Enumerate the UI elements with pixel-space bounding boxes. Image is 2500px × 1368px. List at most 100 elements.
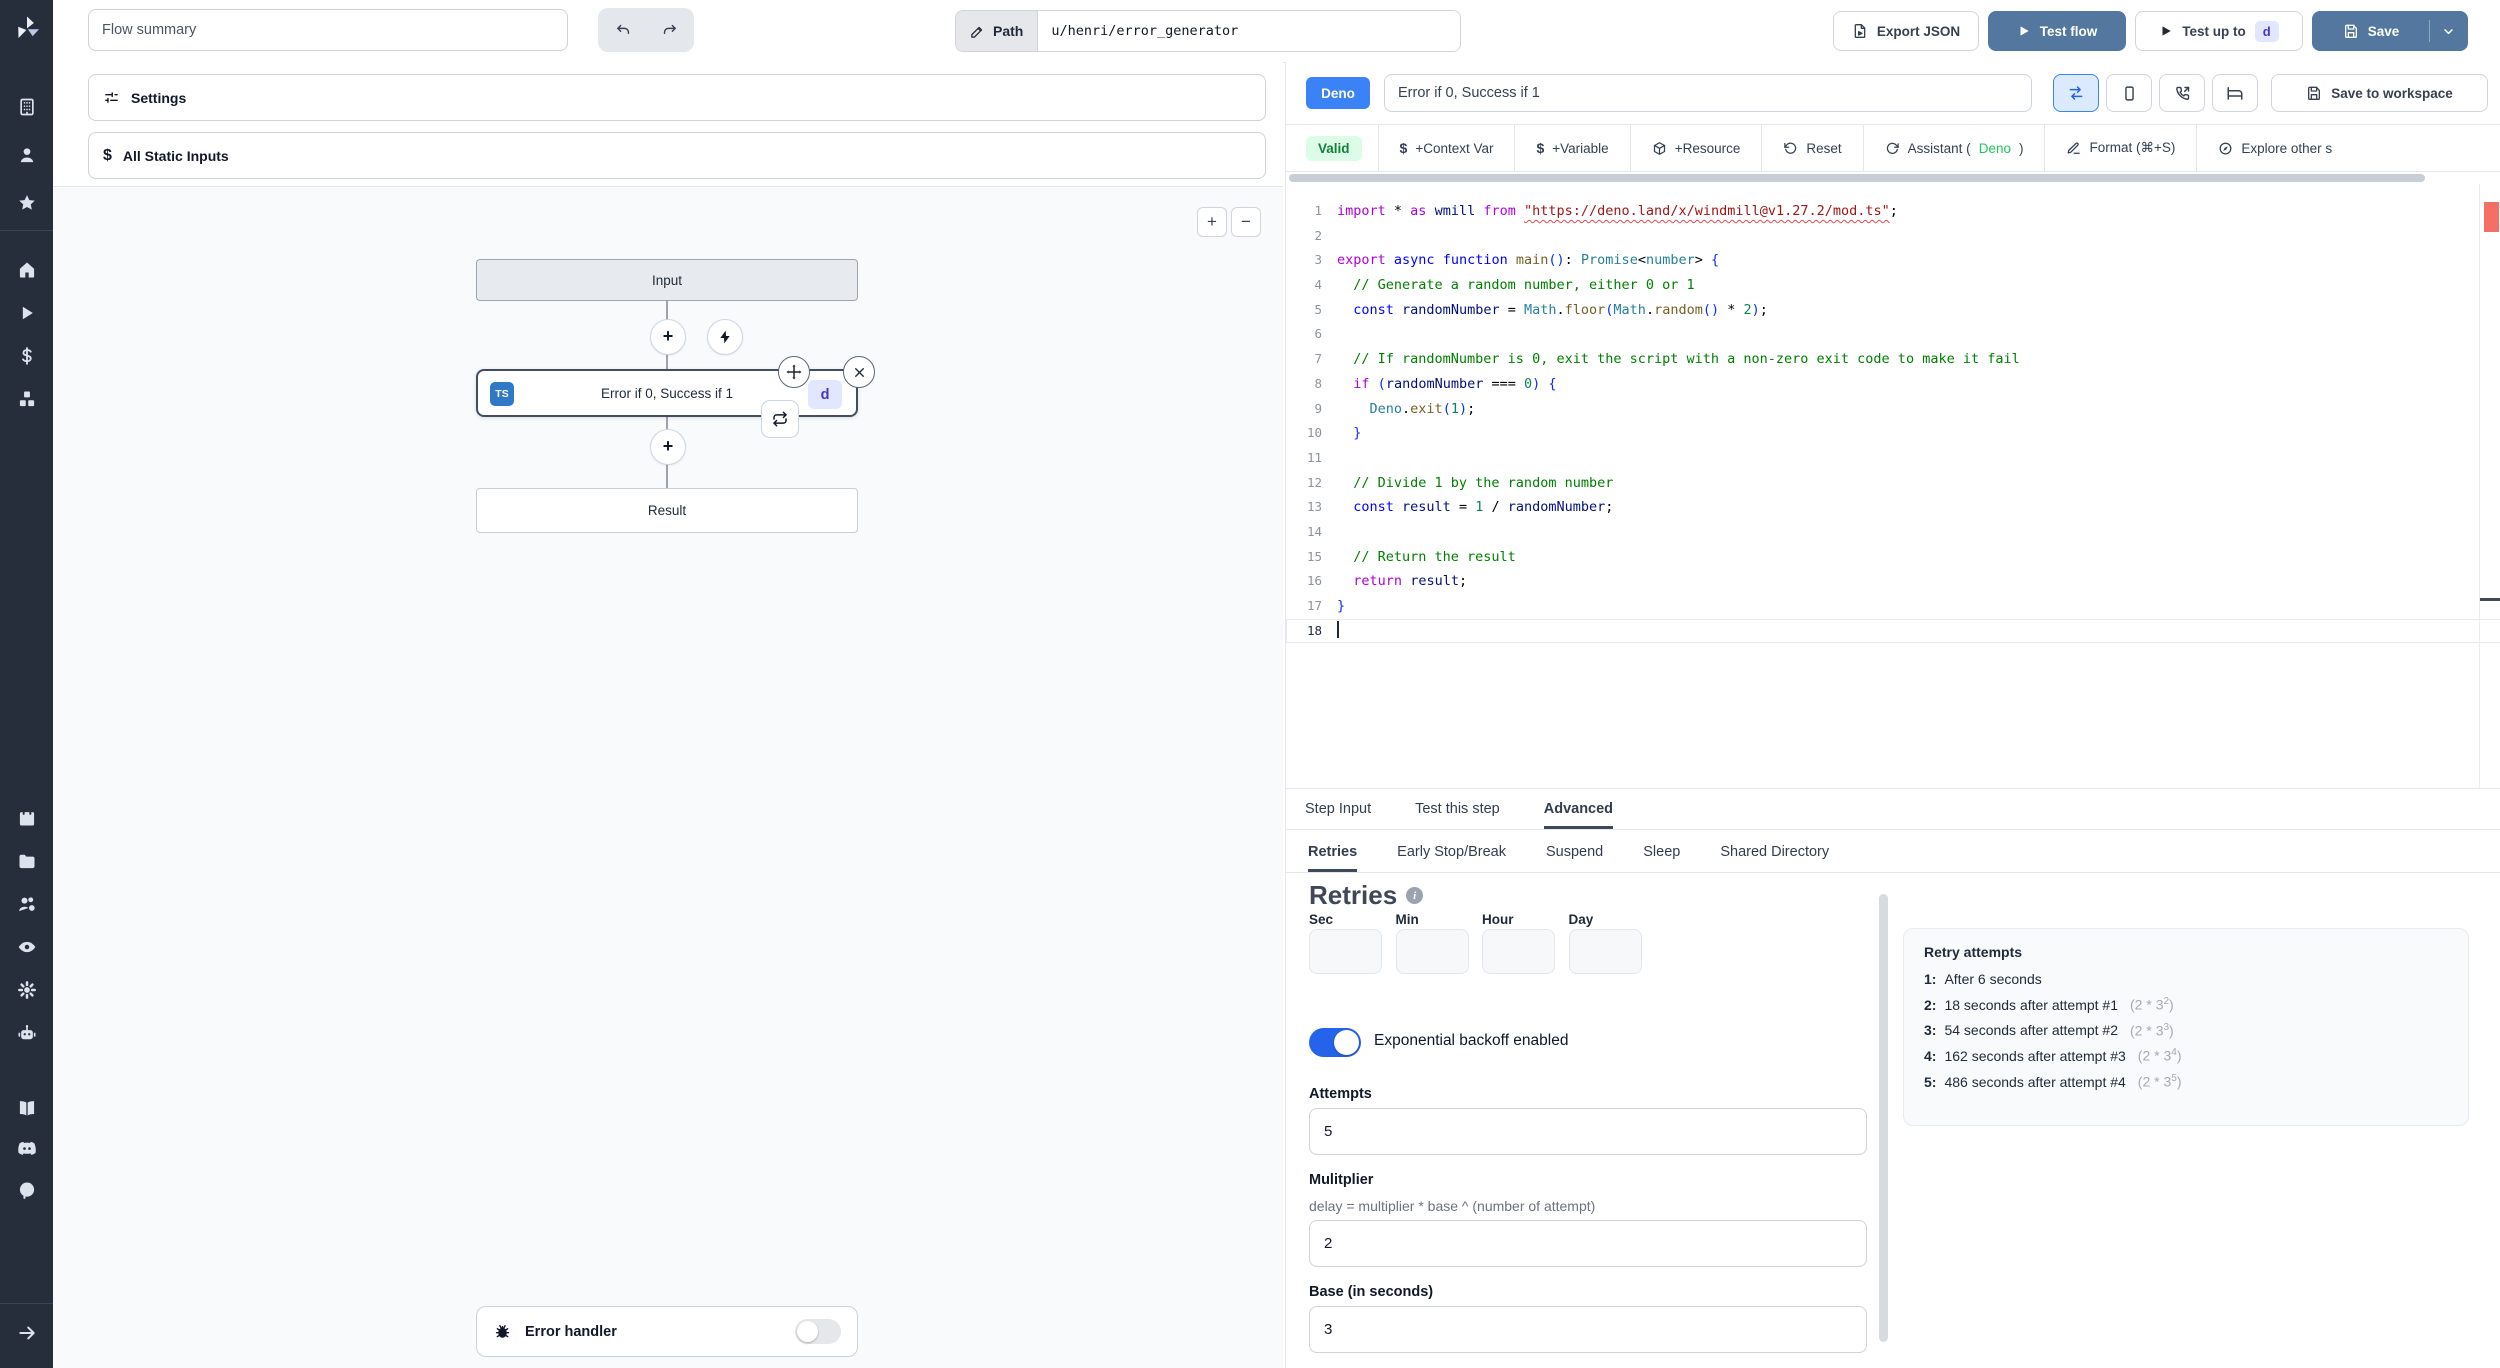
windmill-flow-editor: Path Export JSON Test flow Test up to d <box>0 0 2500 1368</box>
retry-sec-label: Sec <box>1309 912 1334 927</box>
sidebar-group-top <box>0 95 53 215</box>
step-name-input[interactable] <box>1384 74 2032 112</box>
zoom-in-button[interactable]: + <box>1197 207 1227 237</box>
edit-path-button[interactable]: Path <box>956 11 1039 51</box>
redo-button[interactable] <box>648 12 690 48</box>
add-step-button[interactable]: + <box>650 319 686 355</box>
info-icon[interactable]: i <box>1406 887 1424 904</box>
retry-attempt-item: 2: 18 seconds after attempt #1 (2 * 32) <box>1924 996 2448 1013</box>
play-icon <box>17 303 37 323</box>
toolbar-resource-button[interactable]: +Resource <box>1629 125 1762 171</box>
tab-test-this-step[interactable]: Test this step <box>1415 789 1500 829</box>
test-up-to-button[interactable]: Test up to d <box>2135 11 2303 51</box>
sidebar-item-user[interactable] <box>0 143 53 167</box>
flow-node-result[interactable]: Result <box>476 488 858 533</box>
flow-summary-input[interactable] <box>88 9 568 51</box>
sidebar-item-gear[interactable] <box>0 978 53 1002</box>
move-icon <box>785 363 803 381</box>
exponential-backoff-toggle[interactable] <box>1309 1028 1361 1057</box>
delete-step-button[interactable] <box>843 356 875 388</box>
code-editor[interactable]: 1 import * as wmill from "https://deno.la… <box>1286 184 2500 788</box>
sidebar-item-star[interactable] <box>0 191 53 215</box>
toolbar-context-var-button[interactable]: $ +Context Var <box>1377 125 1515 171</box>
toolbar-item-label: +Resource <box>1674 140 1741 156</box>
sidebar-item-play[interactable] <box>0 301 53 325</box>
retry-hour-input[interactable] <box>1482 929 1555 974</box>
toolbar-horizontal-scrollbar[interactable] <box>1289 174 2425 182</box>
flow-panel: Settings $ All Static Inputs + − Input + <box>53 62 1283 1368</box>
code-line-5: 5 const randomNumber = Math.floor(Math.r… <box>1286 298 2500 323</box>
error-handler-toggle[interactable] <box>795 1319 841 1344</box>
toolbar-variable-button[interactable]: $ +Variable <box>1514 125 1629 171</box>
sidebar-item-boxes[interactable] <box>0 387 53 411</box>
sidebar-item-github[interactable] <box>0 1178 53 1202</box>
code-line-15: 15 // Return the result <box>1286 545 2500 570</box>
save-to-workspace-button[interactable]: Save to workspace <box>2271 74 2488 112</box>
save-dropdown-button[interactable] <box>2430 12 2467 50</box>
line-number: 12 <box>1306 474 1322 490</box>
folder-icon <box>17 851 37 871</box>
form-vertical-scrollbar[interactable] <box>1879 894 1888 1342</box>
subtab-early-stop-break[interactable]: Early Stop/Break <box>1397 831 1506 872</box>
multiplier-input[interactable] <box>1309 1220 1867 1267</box>
flow-node-step[interactable]: TS Error if 0, Success if 1 d <box>476 356 875 438</box>
sidebar-item-book[interactable] <box>0 1096 53 1120</box>
subtab-suspend[interactable]: Suspend <box>1546 831 1603 872</box>
export-json-button[interactable]: Export JSON <box>1833 11 1979 51</box>
sidebar-item-bot[interactable] <box>0 1021 53 1045</box>
toolbar-assistant-deno-button[interactable]: Assistant (Deno) <box>1862 125 2045 171</box>
sidebar-item-calendar[interactable] <box>0 806 53 830</box>
base-input[interactable] <box>1309 1306 1867 1353</box>
toolbar-format-s-button[interactable]: Format (⌘+S) <box>2044 125 2196 171</box>
line-number: 6 <box>1314 326 1322 342</box>
line-content: } <box>1353 425 1362 442</box>
topbar: Path Export JSON Test flow Test up to d <box>53 0 2500 63</box>
zoom-out-button[interactable]: − <box>1231 207 1261 237</box>
line-number: 16 <box>1306 573 1322 589</box>
sync-toggle-button[interactable] <box>2053 74 2099 112</box>
path-input[interactable] <box>1038 11 1461 51</box>
bench-mode-button[interactable] <box>2212 74 2258 112</box>
tab-step-input[interactable]: Step Input <box>1305 789 1371 829</box>
sidebar-item-building[interactable] <box>0 95 53 119</box>
result-node-label: Result <box>647 503 687 518</box>
subtab-sleep[interactable]: Sleep <box>1643 831 1680 872</box>
all-static-inputs-button[interactable]: $ All Static Inputs <box>88 132 1266 179</box>
sidebar-item-arrow-right[interactable] <box>0 1321 53 1345</box>
redo-icon <box>661 22 678 39</box>
subtab-retries[interactable]: Retries <box>1308 831 1357 872</box>
sidebar-item-discord[interactable] <box>0 1137 53 1161</box>
sidebar-item-home[interactable] <box>0 258 53 282</box>
line-number: 17 <box>1306 598 1322 613</box>
tab-advanced[interactable]: Advanced <box>1544 789 1613 829</box>
flow-node-input[interactable]: Input <box>476 259 858 301</box>
test-flow-button[interactable]: Test flow <box>1988 11 2126 51</box>
toolbar-reset-button[interactable]: Reset <box>1761 125 1862 171</box>
retry-min-input[interactable] <box>1395 929 1469 974</box>
diff-view-button[interactable] <box>2106 74 2152 112</box>
sidebar-item-folder[interactable] <box>0 849 53 873</box>
sidebar-item-users[interactable] <box>0 892 53 916</box>
trigger-bolt-button[interactable] <box>707 319 743 355</box>
subtab-shared-directory[interactable]: Shared Directory <box>1720 831 1829 872</box>
sidebar-group-admin <box>0 806 53 1045</box>
line-number: 1 <box>1314 203 1322 218</box>
save-button[interactable]: Save <box>2313 12 2429 50</box>
retry-day-field: Day <box>1568 912 1642 974</box>
code-line-2: 2 <box>1286 224 2500 249</box>
play-icon <box>2159 24 2173 38</box>
retry-sec-input[interactable] <box>1309 929 1382 974</box>
flow-canvas[interactable]: + − Input + TS Error if 0, Success if 1 … <box>53 186 1283 1368</box>
windmill-logo-icon[interactable] <box>12 14 42 44</box>
sidebar-item-dollar[interactable] <box>0 344 53 368</box>
toolbar-explore-other-s-button[interactable]: Explore other s <box>2196 125 2353 171</box>
move-step-button[interactable] <box>778 356 810 388</box>
flow-settings-button[interactable]: Settings <box>88 74 1266 121</box>
undo-button[interactable] <box>602 12 644 48</box>
attempts-input[interactable] <box>1309 1108 1867 1155</box>
add-step-button[interactable]: + <box>650 429 686 465</box>
sidebar-item-eye[interactable] <box>0 935 53 959</box>
retry-indicator-button[interactable] <box>761 400 799 438</box>
phone-trigger-button[interactable] <box>2159 74 2205 112</box>
retry-day-input[interactable] <box>1568 929 1642 974</box>
